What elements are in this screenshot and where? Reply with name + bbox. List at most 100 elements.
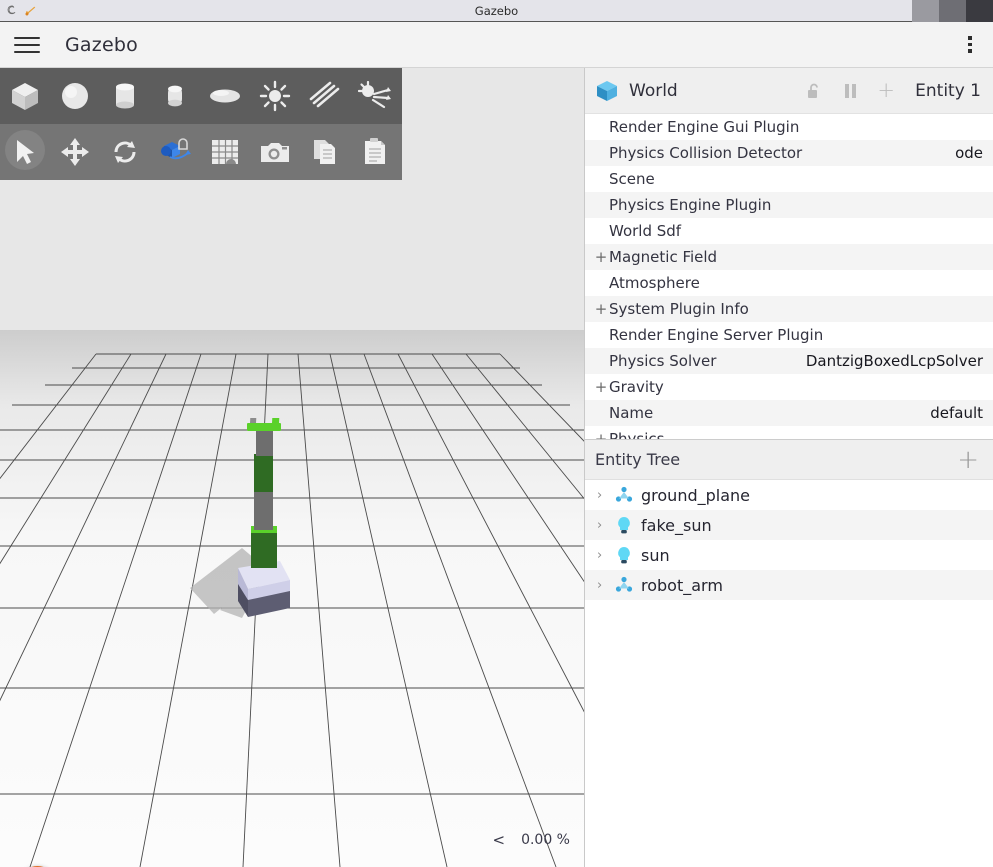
gripper-base — [247, 423, 281, 431]
transform-control-button[interactable] — [150, 124, 200, 180]
property-name: System Plugin Info — [609, 300, 749, 318]
ellipsoid-tool-button[interactable] — [200, 68, 250, 124]
maximize-button[interactable] — [939, 0, 966, 22]
copy-button[interactable] — [300, 124, 350, 180]
light-bulb-icon — [618, 517, 630, 534]
translate-mode-button[interactable] — [50, 124, 100, 180]
sphere-tool-button[interactable] — [50, 68, 100, 124]
ellipsoid-icon — [210, 89, 240, 103]
entity-tree-item-ground-plane[interactable]: › ground_plane — [585, 480, 993, 510]
paste-button[interactable] — [350, 124, 400, 180]
property-row[interactable]: + System Plugin Info — [585, 296, 993, 322]
property-row[interactable]: + Gravity — [585, 374, 993, 400]
entity-label: robot_arm — [641, 575, 723, 595]
robot-arm-model[interactable] — [150, 418, 330, 648]
spot-light-tool-button[interactable] — [350, 68, 400, 124]
property-row[interactable]: Name default — [585, 400, 993, 426]
minimize-button[interactable] — [912, 0, 939, 22]
directional-light-tool-button[interactable] — [300, 68, 350, 124]
hamburger-menu-icon[interactable] — [14, 35, 40, 55]
property-row[interactable]: World Sdf — [585, 218, 993, 244]
property-name: Name — [609, 404, 654, 422]
component-inspector-header: World + Entity 1 — [585, 68, 993, 114]
select-mode-button[interactable] — [0, 124, 50, 180]
property-row[interactable]: Physics Collision Detector ode — [585, 140, 993, 166]
copy-icon — [314, 140, 335, 164]
entity-tree-list[interactable]: › ground_plane › fake_sun › sun › robot_… — [585, 480, 993, 600]
cursor-arrow-icon — [17, 140, 34, 164]
status-bar: < 0.00 % — [492, 831, 570, 849]
window-title: Gazebo — [474, 3, 519, 18]
property-row[interactable]: Scene — [585, 166, 993, 192]
add-component-button[interactable]: + — [873, 78, 899, 104]
collapse-chevron-icon[interactable]: < — [492, 831, 505, 849]
entity-tree-item-sun[interactable]: › sun — [585, 540, 993, 570]
row-expander[interactable]: + — [593, 248, 609, 266]
property-row[interactable]: Render Engine Server Plugin — [585, 322, 993, 348]
entity-tree-title: Entity Tree — [595, 450, 681, 469]
inspector-title: World — [629, 80, 678, 101]
paste-icon — [365, 138, 385, 164]
row-expander[interactable]: + — [593, 378, 609, 396]
rotate-mode-button[interactable] — [100, 124, 150, 180]
transform-tool-row — [0, 124, 402, 180]
entity-tree-item-robot-arm[interactable]: › robot_arm — [585, 570, 993, 600]
point-light-icon — [259, 80, 291, 112]
cylinder-icon — [116, 83, 134, 109]
property-name: Magnetic Field — [609, 248, 718, 266]
camera-icon — [261, 143, 289, 162]
sphere-icon — [62, 83, 88, 109]
property-value: default — [930, 404, 983, 422]
expand-chevron-icon[interactable]: › — [597, 548, 607, 563]
point-light-tool-button[interactable] — [250, 68, 300, 124]
title-bar-icons — [0, 4, 120, 18]
expand-chevron-icon[interactable]: › — [597, 518, 607, 533]
property-name: Physics Engine Plugin — [609, 196, 772, 214]
3d-viewport[interactable]: < 0.00 % — [0, 68, 584, 867]
property-row[interactable]: Physics Solver DantzigBoxedLcpSolver — [585, 348, 993, 374]
entity-label: fake_sun — [641, 515, 712, 535]
gazebo-window: Gazebo Gazebo < 0.00 % World + Entity 1 … — [0, 0, 993, 867]
expand-chevron-icon[interactable]: › — [597, 578, 607, 593]
expand-chevron-icon[interactable]: › — [597, 488, 607, 503]
screenshot-button[interactable] — [250, 124, 300, 180]
world-cube-icon — [597, 80, 617, 101]
row-expander[interactable]: + — [593, 430, 609, 439]
joint-lower — [251, 530, 277, 568]
pause-glyph — [844, 83, 856, 98]
entity-tree-header: Entity Tree + — [585, 440, 993, 480]
add-entity-button[interactable]: + — [957, 447, 979, 473]
property-name: Scene — [609, 170, 655, 188]
model-icon — [615, 486, 633, 502]
property-row[interactable]: + Physics — [585, 426, 993, 439]
cylinder-tool-button[interactable] — [100, 68, 150, 124]
joint-mid — [254, 454, 273, 492]
move-arrows-icon — [61, 138, 89, 166]
real-time-factor-value: 0.00 % — [521, 832, 570, 848]
model-icon — [615, 576, 633, 592]
box-tool-button[interactable] — [0, 68, 50, 124]
link-upper — [256, 428, 273, 456]
window-controls[interactable] — [873, 0, 993, 22]
property-row[interactable]: Render Engine Gui Plugin — [585, 114, 993, 140]
right-panel: World + Entity 1 Render Engine Gui Plugi… — [584, 68, 993, 867]
grid-snap-icon — [212, 140, 238, 164]
property-row[interactable]: Atmosphere — [585, 270, 993, 296]
close-button[interactable] — [966, 0, 993, 22]
property-row[interactable]: + Magnetic Field — [585, 244, 993, 270]
property-name: Physics — [609, 430, 665, 439]
capsule-tool-button[interactable] — [150, 68, 200, 124]
property-name: Atmosphere — [609, 274, 700, 292]
property-row[interactable]: Physics Engine Plugin — [585, 192, 993, 218]
property-name: Render Engine Server Plugin — [609, 326, 824, 344]
grid-snap-button[interactable] — [200, 124, 250, 180]
unlock-icon[interactable] — [801, 78, 827, 104]
kebab-menu-icon[interactable] — [961, 34, 979, 56]
entity-label: sun — [641, 545, 670, 565]
plus-icon: + — [877, 78, 895, 102]
entity-tree-item-fake-sun[interactable]: › fake_sun — [585, 510, 993, 540]
tool-palette — [0, 68, 402, 180]
pause-icon[interactable] — [837, 78, 863, 104]
component-property-list[interactable]: Render Engine Gui Plugin Physics Collisi… — [585, 114, 993, 439]
row-expander[interactable]: + — [593, 300, 609, 318]
